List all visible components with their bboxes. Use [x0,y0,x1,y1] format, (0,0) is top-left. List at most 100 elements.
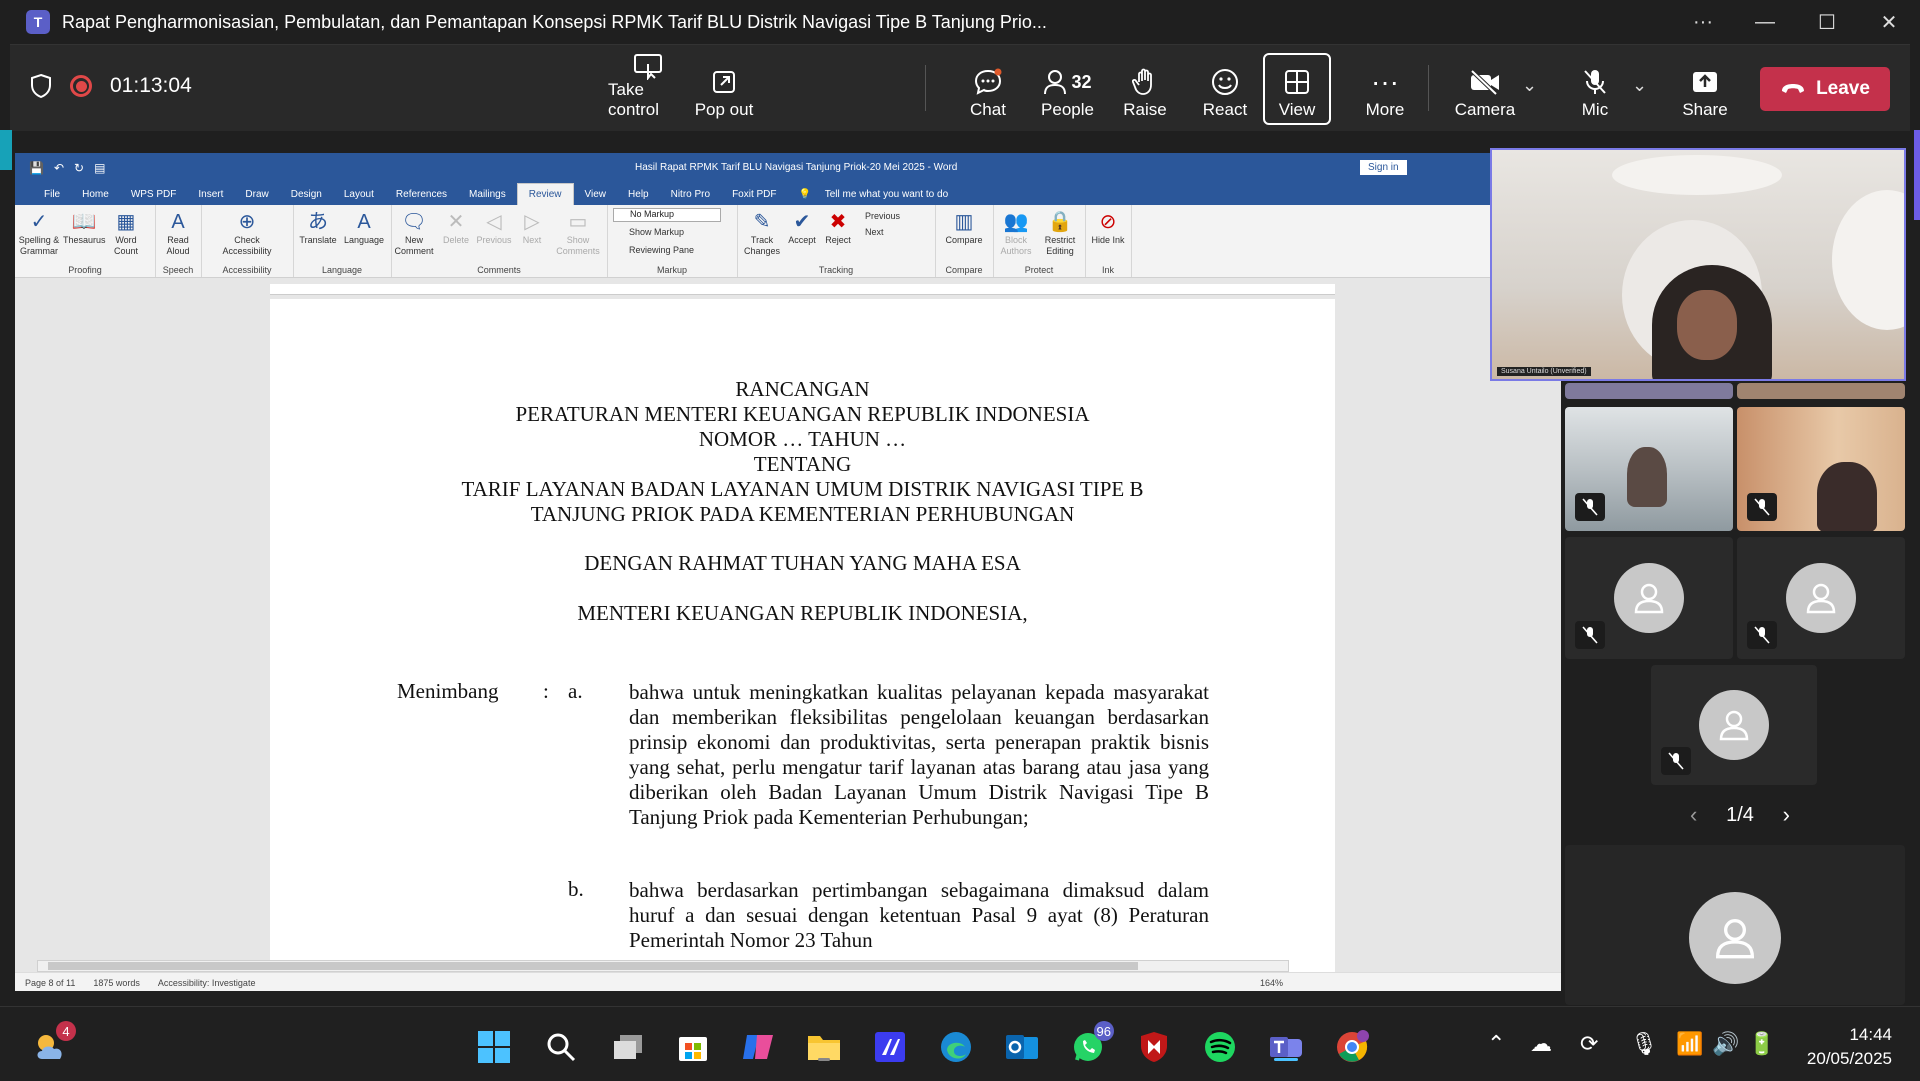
tab-layout[interactable]: Layout [333,189,385,205]
thesaurus-button[interactable]: 📖 Thesaurus [63,209,106,246]
word-count-button[interactable]: ▦ Word Count [105,209,147,257]
spotify-app[interactable] [1200,1027,1240,1067]
tab-view[interactable]: View [574,189,618,205]
participant-tile-partial[interactable] [1565,383,1733,399]
undo-icon[interactable]: ↶ [54,161,64,175]
weather-widget[interactable]: 4 [30,1021,76,1067]
outlook-app[interactable] [1002,1027,1042,1067]
zoom-level[interactable]: 164% [1260,978,1283,988]
chrome-app[interactable] [1332,1027,1372,1067]
translate-button[interactable]: あ Translate [297,209,339,246]
raise-hand-button[interactable]: Raise [1115,53,1175,123]
tab-insert[interactable]: Insert [187,189,234,205]
previous-comment-button[interactable]: ◁ Previous [473,209,515,246]
read-aloud-button[interactable]: A Read Aloud [157,209,199,257]
visual-studio-app[interactable] [870,1027,910,1067]
show-hidden-icons-chevron-icon[interactable]: ⌃ [1487,1031,1505,1057]
next-change-button[interactable]: Next [865,227,884,237]
participant-avatar-tile[interactable] [1651,665,1817,785]
show-comments-button[interactable]: ▭ Show Comments [553,209,603,257]
save-icon[interactable]: 💾 [29,161,44,175]
edge-browser-app[interactable] [936,1027,976,1067]
camera-button[interactable]: Camera [1450,53,1520,123]
reject-button[interactable]: ✖ Reject [817,209,859,246]
chat-button[interactable]: Chat [958,53,1018,123]
language-button[interactable]: A Language [343,209,385,246]
previous-page-chevron-icon[interactable]: ‹ [1690,802,1697,828]
next-page-chevron-icon[interactable]: › [1783,802,1790,828]
onedrive-icon[interactable]: ☁ [1530,1031,1552,1057]
leave-button[interactable]: Leave [1760,67,1890,111]
microsoft-store-app[interactable] [673,1027,713,1067]
document-page[interactable]: RANCANGAN PERATURAN MENTERI KEUANGAN REP… [270,299,1335,979]
delete-comment-button[interactable]: ✕ Delete [435,209,477,246]
search-button[interactable] [541,1027,581,1067]
word-count-indicator[interactable]: 1875 words [93,978,140,988]
participant-video-tile[interactable] [1565,407,1733,531]
participant-tile-partial[interactable] [1737,383,1905,399]
tab-nitro-pro[interactable]: Nitro Pro [660,189,721,205]
start-button[interactable] [474,1027,514,1067]
system-clock[interactable]: 14:44 20/05/2025 [1807,1023,1892,1071]
sync-icon[interactable]: ⟳ [1580,1031,1598,1057]
participant-video-tile[interactable] [1737,407,1905,531]
horizontal-scrollbar[interactable] [37,960,1289,972]
copilot-app[interactable] [738,1027,778,1067]
previous-change-button[interactable]: Previous [865,211,900,221]
whatsapp-app[interactable]: 96 [1068,1021,1114,1067]
compare-button[interactable]: ▥ Compare [943,209,985,246]
more-options-icon[interactable]: ··· [1672,0,1734,44]
block-authors-button[interactable]: 👥 Block Authors [995,209,1037,257]
battery-icon[interactable]: 🔋 [1748,1031,1775,1057]
tab-design[interactable]: Design [280,189,333,205]
mcafee-app[interactable] [1134,1027,1174,1067]
tab-wps-pdf[interactable]: WPS PDF [120,189,188,205]
tab-file[interactable]: File [33,189,71,205]
tell-me-search[interactable]: 💡 Tell me what you want to do [788,189,971,205]
redo-icon[interactable]: ↻ [74,161,84,175]
volume-icon[interactable]: 🔊 [1712,1031,1739,1057]
react-button[interactable]: React [1195,53,1255,123]
tab-references[interactable]: References [385,189,458,205]
participant-avatar-tile[interactable] [1737,537,1905,659]
wifi-icon[interactable]: 📶 [1676,1031,1703,1057]
next-comment-button[interactable]: ▷ Next [511,209,553,246]
tab-draw[interactable]: Draw [234,189,279,205]
scrollbar-thumb[interactable] [48,962,1138,970]
take-control-button[interactable]: Take control [608,53,688,123]
maximize-button[interactable]: ☐ [1796,0,1858,44]
show-markup-button[interactable]: Show Markup [629,227,684,237]
self-video-tile[interactable]: Susana Untailo (Unverified) [1490,148,1906,381]
tab-review[interactable]: Review [516,183,574,205]
minimize-button[interactable]: — [1734,0,1796,44]
restrict-editing-button[interactable]: 🔒 Restrict Editing [1039,209,1081,257]
file-explorer-app[interactable] [804,1027,844,1067]
participant-avatar-tile[interactable] [1565,537,1733,659]
teams-app[interactable] [1266,1027,1306,1067]
tab-foxit-pdf[interactable]: Foxit PDF [721,189,787,205]
tab-help[interactable]: Help [617,189,660,205]
task-view-button[interactable] [608,1027,648,1067]
microphone-icon[interactable]: 🎙 [1630,1031,1658,1057]
horizontal-ruler[interactable] [270,284,1335,295]
spelling-grammar-button[interactable]: ✓ Spelling & Grammar [18,209,60,257]
print-preview-icon[interactable]: ▤ [94,161,105,175]
new-comment-button[interactable]: 🗨 New Comment [393,209,435,257]
more-button[interactable]: ··· More [1355,53,1415,123]
hide-ink-button[interactable]: ⊘ Hide Ink [1087,209,1129,246]
mic-options-chevron-icon[interactable]: ⌄ [1632,75,1647,96]
accessibility-status[interactable]: Accessibility: Investigate [158,978,256,988]
mic-button[interactable]: Mic [1565,53,1625,123]
camera-options-chevron-icon[interactable]: ⌄ [1522,75,1537,96]
track-changes-button[interactable]: ✎ Track Changes [741,209,783,257]
share-button[interactable]: Share [1675,53,1735,123]
sign-in-button[interactable]: Sign in [1360,160,1407,175]
participant-avatar-tile[interactable] [1565,845,1905,1005]
tab-home[interactable]: Home [71,189,120,205]
reviewing-pane-button[interactable]: Reviewing Pane [629,245,694,255]
close-button[interactable]: ✕ [1858,0,1920,44]
people-button[interactable]: 32 People [1030,53,1105,123]
markup-dropdown[interactable]: No Markup [613,208,721,222]
tab-mailings[interactable]: Mailings [458,189,517,205]
pop-out-button[interactable]: Pop out [686,53,762,123]
